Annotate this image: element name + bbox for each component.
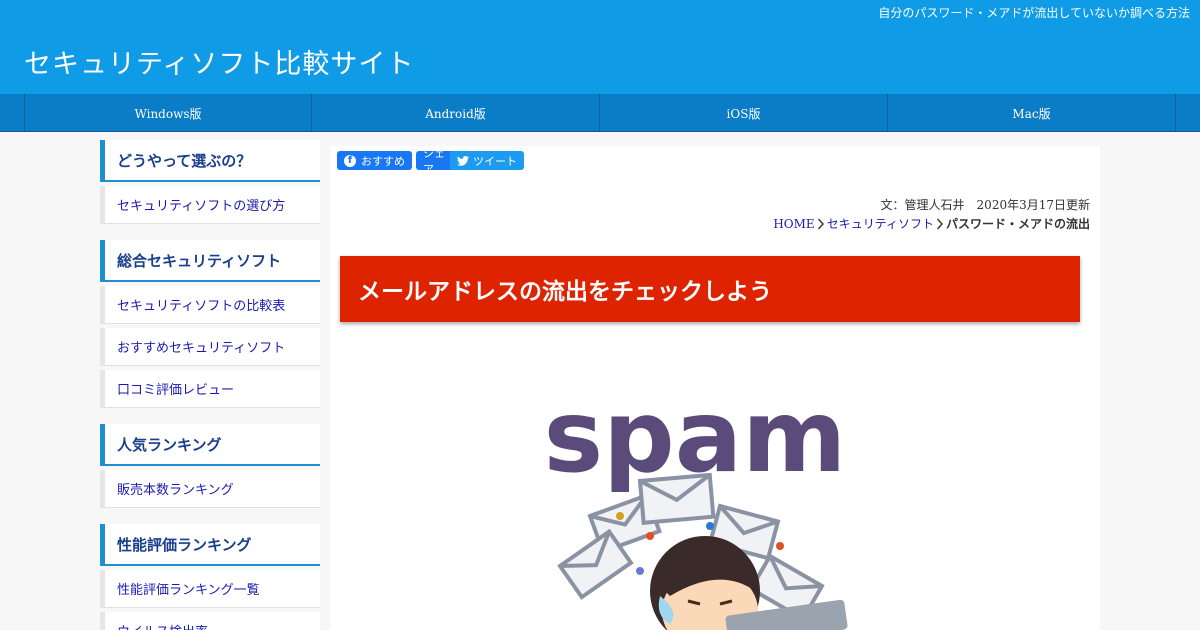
chevron-right-icon [936, 218, 943, 229]
breadcrumb: HOME セキュリティソフト パスワード・メアドの流出 [773, 215, 1090, 232]
nav-item-ios[interactable]: iOS版 [600, 94, 888, 132]
facebook-recommend-label: おすすめ [361, 154, 405, 168]
facebook-share-label: シェア [423, 151, 445, 170]
sidebar-heading-how-to-choose: どうやって選ぶの？ [100, 140, 320, 182]
sidebar-item-performance-list[interactable]: 性能評価ランキング一覧 [100, 570, 320, 608]
sidebar-item-detection-rate[interactable]: ウイルス検出率 [100, 612, 320, 630]
chevron-right-icon [817, 218, 824, 229]
facebook-recommend-button[interactable]: f おすすめ [337, 151, 412, 170]
twitter-bird-icon [457, 155, 469, 166]
sidebar-item-sales-ranking[interactable]: 販売本数ランキング [100, 470, 320, 508]
breadcrumb-current: パスワード・メアドの流出 [945, 217, 1090, 231]
sidebar-heading-performance-ranking: 性能評価ランキング [100, 524, 320, 566]
nav-item-android[interactable]: Android版 [312, 94, 600, 132]
sidebar-item-how-to-choose[interactable]: セキュリティソフトの選び方 [100, 186, 320, 224]
breadcrumb-home-link[interactable]: HOME [773, 217, 814, 231]
site-header: 自分のパスワード・メアドが流出していないか調べる方法 セキュリティソフト比較サイ… [0, 0, 1200, 94]
main-nav: Windows版 Android版 iOS版 Mac版 [0, 94, 1200, 132]
sidebar: どうやって選ぶの？ セキュリティソフトの選び方 総合セキュリティソフト セキュリ… [100, 140, 320, 630]
sidebar-item-reviews[interactable]: 口コミ評価レビュー [100, 370, 320, 408]
sidebar-heading-total-security: 総合セキュリティソフト [100, 240, 320, 282]
sidebar-item-recommended[interactable]: おすすめセキュリティソフト [100, 328, 320, 366]
article-meta: 文：管理人石井 2020年3月17日更新 [880, 198, 1090, 212]
article-title-banner: メールアドレスの流出をチェックしよう [340, 256, 1080, 322]
sidebar-item-comparison-table[interactable]: セキュリティソフトの比較表 [100, 286, 320, 324]
nav-item-mac[interactable]: Mac版 [888, 94, 1176, 132]
article-title: メールアドレスの流出をチェックしよう [358, 279, 772, 305]
header-tagline-link[interactable]: 自分のパスワード・メアドが流出していないか調べる方法 [878, 4, 1190, 21]
breadcrumb-security-link[interactable]: セキュリティソフト [827, 215, 934, 232]
site-title[interactable]: セキュリティソフト比較サイト [24, 42, 414, 81]
tweet-button[interactable]: ツイート [450, 151, 524, 170]
sidebar-heading-popular-ranking: 人気ランキング [100, 424, 320, 466]
facebook-icon: f [344, 154, 356, 167]
spam-illustration: spam [544, 378, 848, 630]
tweet-label: ツイート [473, 154, 517, 168]
nav-item-windows[interactable]: Windows版 [24, 94, 312, 132]
main-content: f おすすめ シェア ツイート 文：管理人石井 2020年3月17日更新 HOM… [330, 146, 1100, 630]
share-buttons: f おすすめ シェア ツイート [337, 151, 528, 170]
